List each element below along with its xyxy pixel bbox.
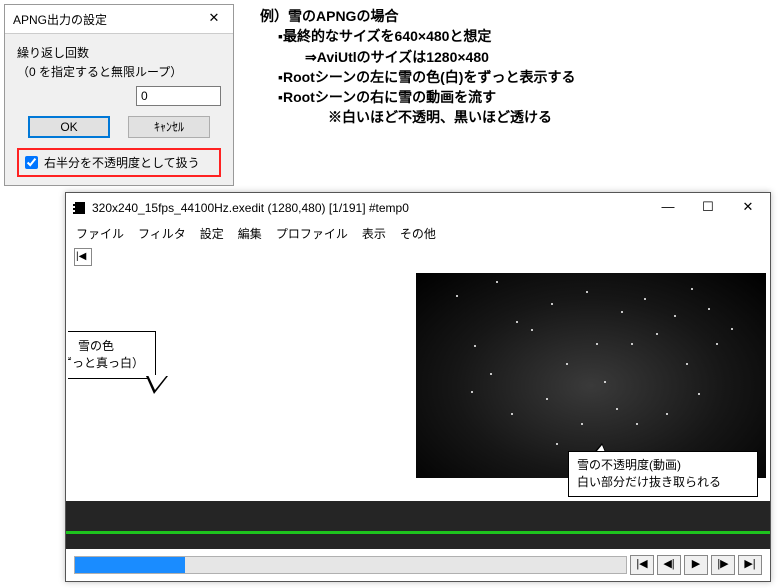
annotation-line1: ▪最終的なサイズを640×480と想定 bbox=[260, 26, 575, 46]
ok-button[interactable]: OK bbox=[28, 116, 110, 138]
aviutl-toolbar bbox=[66, 246, 770, 273]
apng-settings-dialog: APNG出力の設定 ✕ 繰り返し回数 （0 を指定すると無限ループ） OK ｷｬ… bbox=[4, 4, 234, 186]
maximize-icon[interactable]: ☐ bbox=[688, 197, 728, 219]
annotation-line2: ⇒AviUtlのサイズは1280×480 bbox=[260, 47, 575, 67]
callout-snow-opacity: 雪の不透明度(動画) 白い部分だけ抜き取られる bbox=[568, 451, 758, 497]
menu-other[interactable]: その他 bbox=[400, 225, 436, 242]
aviutl-menubar: ファイル フィルタ 設定 編集 プロファイル 表示 その他 bbox=[66, 223, 770, 246]
menu-view[interactable]: 表示 bbox=[362, 225, 386, 242]
menu-profile[interactable]: プロファイル bbox=[276, 225, 348, 242]
callout-snow-color: 雪の色 （ずっと真っ白） bbox=[68, 331, 156, 379]
annotation-line4: ▪Rootシーンの右に雪の動画を流す bbox=[260, 87, 575, 107]
aviutl-title: 320x240_15fps_44100Hz.exedit (1280,480) … bbox=[92, 201, 642, 215]
timeline-track[interactable] bbox=[66, 501, 770, 549]
right-half-opacity-row[interactable]: 右半分を不透明度として扱う bbox=[17, 148, 221, 177]
callout-tail-icon bbox=[146, 376, 168, 394]
goto-first-button[interactable]: |◀ bbox=[630, 555, 654, 575]
goto-last-button[interactable]: ▶| bbox=[738, 555, 762, 575]
menu-file[interactable]: ファイル bbox=[76, 225, 124, 242]
app-icon bbox=[72, 201, 86, 215]
window-close-icon[interactable]: ✕ bbox=[728, 197, 768, 219]
seek-progress bbox=[75, 557, 185, 573]
cancel-button[interactable]: ｷｬﾝｾﾙ bbox=[128, 116, 210, 138]
right-half-opacity-checkbox[interactable] bbox=[25, 156, 38, 169]
play-button[interactable]: ▶ bbox=[684, 555, 708, 575]
right-half-opacity-label: 右半分を不透明度として扱う bbox=[44, 154, 200, 171]
aviutl-titlebar[interactable]: 320x240_15fps_44100Hz.exedit (1280,480) … bbox=[66, 193, 770, 223]
menu-filter[interactable]: フィルタ bbox=[138, 225, 186, 242]
timeline-line bbox=[66, 531, 770, 534]
step-fwd-button[interactable]: |▶ bbox=[711, 555, 735, 575]
playback-controls: |◀ ◀| ▶ |▶ ▶| bbox=[66, 549, 770, 581]
dialog-titlebar[interactable]: APNG出力の設定 ✕ bbox=[5, 5, 233, 34]
repeat-count-input[interactable] bbox=[136, 86, 221, 106]
goto-start-icon[interactable] bbox=[74, 248, 92, 266]
seek-bar[interactable] bbox=[74, 556, 627, 574]
aviutl-window: 320x240_15fps_44100Hz.exedit (1280,480) … bbox=[65, 192, 771, 582]
repeat-count-label: 繰り返し回数 bbox=[17, 44, 221, 61]
annotation-line5: ※白いほど不透明、黒いほど透ける bbox=[260, 107, 575, 127]
annotation-block: 例）雪のAPNGの場合 ▪最終的なサイズを640×480と想定 ⇒AviUtlの… bbox=[260, 6, 575, 128]
minimize-icon[interactable]: — bbox=[648, 197, 688, 219]
annotation-line3: ▪Rootシーンの左に雪の色(白)をずっと表示する bbox=[260, 67, 575, 87]
menu-edit[interactable]: 編集 bbox=[238, 225, 262, 242]
dialog-title: APNG出力の設定 bbox=[13, 11, 107, 28]
step-back-button[interactable]: ◀| bbox=[657, 555, 681, 575]
aviutl-canvas: 雪の色 （ずっと真っ白） 雪の不透明度(動画) 白い部分だけ抜き取られる bbox=[68, 273, 768, 501]
menu-settings[interactable]: 設定 bbox=[200, 225, 224, 242]
annotation-title: 例）雪のAPNGの場合 bbox=[260, 6, 575, 26]
repeat-count-hint: （0 を指定すると無限ループ） bbox=[17, 63, 221, 80]
close-icon[interactable]: ✕ bbox=[199, 9, 229, 29]
